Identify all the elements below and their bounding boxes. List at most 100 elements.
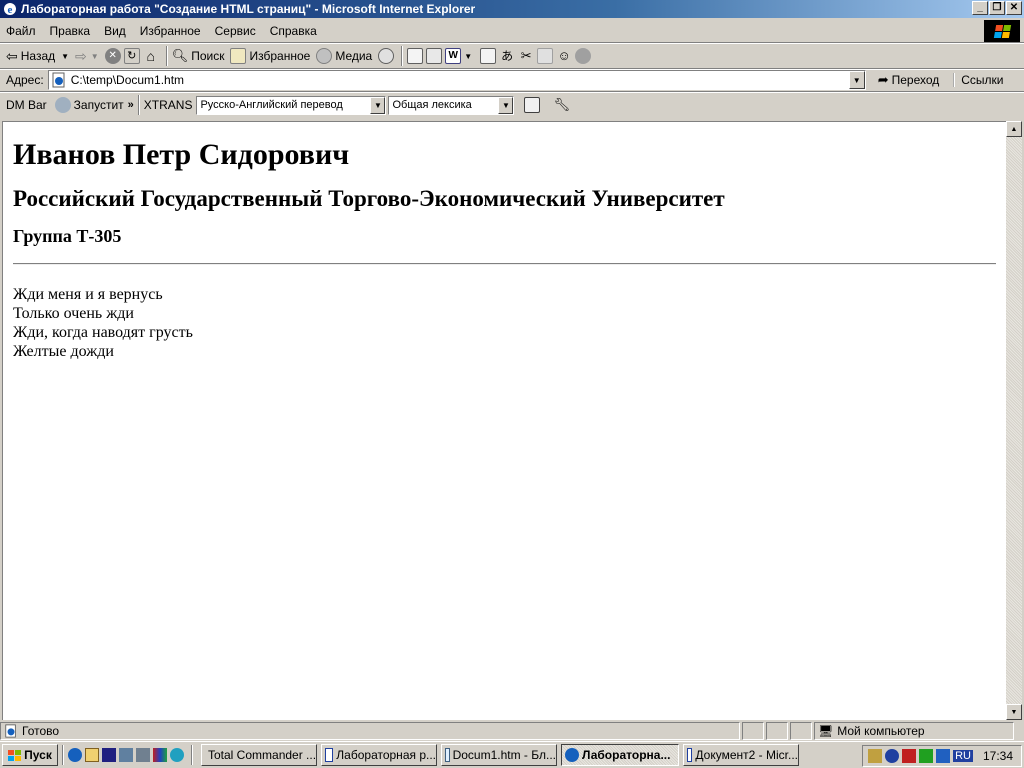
menu-bar: Файл Правка Вид Избранное Сервис Справка [0,20,1024,42]
home-icon[interactable]: ⌂ [143,48,159,64]
print-icon[interactable] [426,48,443,64]
dm-bar-label[interactable]: DM Bar [6,98,47,112]
page-heading-university: Российский Государственный Торгово-Эконо… [13,186,725,211]
books-quicklaunch-icon[interactable] [153,748,167,762]
chevron-down-icon: ▼ [90,51,99,61]
menu-edit[interactable]: Правка [50,24,91,38]
address-bar: Адрес: C:\temp\Docum1.htm ▼ ➦ Переход Сс… [0,69,1024,91]
lexicon-select[interactable]: Общая лексика ▼ [388,95,515,115]
task-label: Total Commander ... [208,748,317,762]
task-ie-active[interactable]: Лабораторна... [561,744,679,766]
word-icon [687,748,693,762]
go-button[interactable]: ➦ Переход [878,72,940,88]
chevron-down-icon[interactable]: ▼ [464,52,472,61]
task-total-commander[interactable]: Total Commander ... [201,744,317,766]
language-indicator[interactable]: RU [953,750,973,762]
vertical-scrollbar[interactable]: ▲ ▼ [1006,121,1022,720]
network2-quicklaunch-icon[interactable] [136,748,150,762]
address-value: C:\temp\Docum1.htm [70,73,185,87]
task-notepad[interactable]: Docum1.htm - Бл... [441,744,557,766]
task-word-doc2[interactable]: Документ2 - Micr... [683,744,799,766]
back-button[interactable]: ⇦ Назад ▼ [6,48,69,65]
scroll-up-button[interactable]: ▲ [1006,121,1022,137]
title-bar[interactable]: e Лабораторная работа "Создание HTML стр… [0,0,1024,18]
search-button[interactable]: 🔍︎ Поиск [172,48,225,64]
taskbar-separator [62,745,64,765]
refresh-icon[interactable]: ↻ [123,48,140,64]
edit-word-icon[interactable]: W [445,48,462,64]
address-input[interactable]: C:\temp\Docum1.htm ▼ [47,70,866,90]
poem-line: Только очень жди [13,305,134,322]
volume-icon[interactable] [868,749,883,763]
ie-icon: e [4,3,16,16]
media-icon [316,48,333,64]
task-label: Лабораторна... [582,748,671,762]
page-icon [5,724,16,738]
history-icon[interactable] [378,48,395,64]
tray-app3-icon[interactable] [919,749,934,763]
chevron-more-icon[interactable]: » [128,99,134,111]
links-button[interactable]: Ссылки [953,73,1004,87]
menu-file[interactable]: Файл [6,24,36,38]
scroll-down-button[interactable]: ▼ [1006,704,1022,720]
status-panel [742,722,764,740]
tray-app-icon[interactable] [885,749,900,763]
dictionary-icon[interactable] [524,97,541,113]
menu-view[interactable]: Вид [104,24,126,38]
toolbar-separator [401,46,404,66]
forward-button[interactable]: ⇨ ▼ [75,48,99,65]
globe-icon [54,97,71,113]
chevron-down-icon[interactable]: ▼ [370,96,386,114]
ie-quicklaunch-icon[interactable] [68,748,82,762]
chevron-down-icon[interactable]: ▼ [498,96,514,114]
search-label: Поиск [191,49,225,63]
svg-text:e: e [8,4,13,16]
favorites-label: Избранное [249,49,311,63]
zone-text: Мой компьютер [837,724,925,738]
menu-help[interactable]: Справка [270,24,317,38]
stop-icon[interactable]: ✕ [104,48,121,64]
minimize-button[interactable]: _ [972,1,988,15]
wrench-icon[interactable]: 🔧︎ [553,97,570,113]
links-toolbar: DM Bar Запустит » XTRANS Русско-Английск… [0,93,1024,117]
media-button[interactable]: Медиа [316,48,372,64]
task-label: Документ2 - Micr... [695,748,798,762]
menu-tools[interactable]: Сервис [215,24,256,38]
favorites-button[interactable]: Избранное [230,48,310,64]
start-button[interactable]: Пуск [2,744,58,766]
ie-icon [565,748,579,762]
desktop-quicklaunch-icon[interactable] [85,748,99,762]
tray-app2-icon[interactable] [902,749,917,763]
page-heading-name: Иванов Петр Сидорович [13,138,350,171]
shield-icon[interactable] [936,749,951,763]
close-button[interactable]: ✕ [1006,1,1022,15]
address-label: Адрес: [6,73,44,87]
run-button[interactable]: Запустит [74,98,124,112]
cut-icon[interactable]: ✂ [518,48,534,64]
address-dropdown-button[interactable]: ▼ [848,71,865,89]
page-icon [52,72,65,88]
translation-direction-value: Русско-Английский перевод [200,99,343,111]
restore-button[interactable]: ❐ [989,1,1005,15]
messenger-icon[interactable]: ☺ [556,48,572,64]
start-label: Пуск [24,748,52,762]
discuss-icon[interactable] [480,48,497,64]
status-panel-main: Готово [0,722,740,740]
windows-flag-icon [8,749,22,761]
status-panel [766,722,788,740]
save-icon[interactable] [537,48,554,64]
mail-icon[interactable] [407,48,424,64]
status-bar: Готово 🖥︎ Мой компьютер [0,721,1024,741]
task-word-lab[interactable]: Лабораторная р... [321,744,437,766]
window-title: Лабораторная работа "Создание HTML стран… [21,2,476,16]
translate-icon[interactable]: あ [499,48,515,64]
translation-direction-select[interactable]: Русско-Английский перевод ▼ [196,95,387,115]
task-label: Docum1.htm - Бл... [452,748,556,762]
settings-icon[interactable] [575,48,592,64]
favorites-icon [230,48,247,64]
network-quicklaunch-icon[interactable] [119,748,133,762]
app-quicklaunch-icon[interactable] [102,748,116,762]
clock[interactable]: 17:34 [983,749,1013,763]
globe-quicklaunch-icon[interactable] [170,748,184,762]
menu-favorites[interactable]: Избранное [140,24,201,38]
